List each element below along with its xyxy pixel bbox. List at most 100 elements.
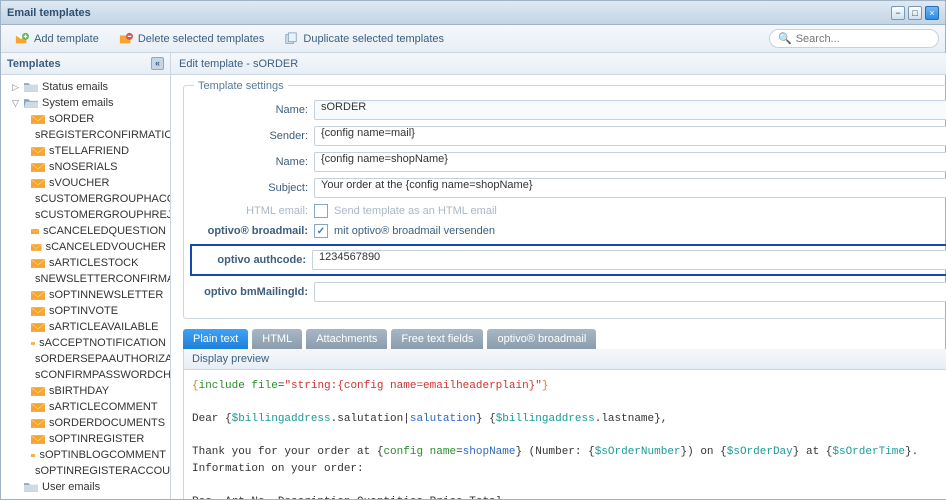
search-input[interactable] [796,33,926,45]
html-cb-text: Send template as an HTML email [334,205,497,217]
tree-item-template[interactable]: sARTICLESTOCK [1,255,170,271]
preview-toolbar: Display preview Send test mail to shop o… [183,349,946,370]
tree-item-label: sORDER [49,113,94,125]
templates-panel-header: Templates « [1,53,170,75]
mail-icon [31,418,45,429]
collapse-panel-button[interactable]: « [151,57,164,70]
tree-item-label: sCANCELEDQUESTION [43,225,166,237]
html-checkbox[interactable] [314,204,328,218]
delete-templates-button[interactable]: Delete selected templates [111,28,273,50]
tree-item-template[interactable]: sBIRTHDAY [1,383,170,399]
tree-item-template[interactable]: sNEWSLETTERCONFIRMATION [1,271,170,287]
authcode-input[interactable]: 1234567890 [312,250,946,270]
mail-icon [31,258,45,269]
display-preview-button[interactable]: Display preview [192,353,269,365]
tree-item-template[interactable]: sCANCELEDVOUCHER [1,239,170,255]
edit-header-label: Edit template - sORDER [179,58,298,70]
templates-tree: ▷ Status emails ▽ System emails sORDER sR… [1,75,170,499]
tree-item-label: sCUSTOMERGROUPHACCEPTED [35,193,170,205]
tree-item-template[interactable]: sCANCELEDQUESTION [1,223,170,239]
tree-item-template[interactable]: sTELLAFRIEND [1,143,170,159]
mail-icon [31,290,45,301]
search-icon: 🔍 [778,32,792,45]
duplicate-label: Duplicate selected templates [303,33,444,45]
tree-item-label: sOPTINVOTE [49,305,118,317]
tree-item-label: sARTICLECOMMENT [49,401,158,413]
expand-icon: ▷ [11,82,20,93]
subject-label: Subject: [194,182,314,194]
tab-html[interactable]: HTML [252,329,302,349]
window-titlebar: Email templates − □ × [1,1,945,25]
tree-item-template[interactable]: sARTICLECOMMENT [1,399,170,415]
tree-item-template[interactable]: sACCEPTNOTIFICATION [1,335,170,351]
template-code-editor[interactable]: {include file="string:{config name=email… [183,370,946,499]
tree-item-template[interactable]: sCUSTOMERGROUPHREJECTED [1,207,170,223]
mail-icon [31,114,45,125]
add-template-button[interactable]: Add template [7,28,107,50]
maximize-button[interactable]: □ [908,6,922,20]
minimize-button[interactable]: − [891,6,905,20]
tree-item-template[interactable]: sVOUCHER [1,175,170,191]
tree-item-label: sOPTINNEWSLETTER [49,289,163,301]
tree-group-system[interactable]: ▽ System emails [1,95,170,111]
mail-icon [31,162,45,173]
folder-icon [24,482,38,493]
group-label: Status emails [42,81,108,93]
sender-label: Sender: [194,130,314,142]
tree-item-template[interactable]: sOPTINNEWSLETTER [1,287,170,303]
tree-item-label: sBIRTHDAY [49,385,109,397]
close-button[interactable]: × [925,6,939,20]
tree-item-template[interactable]: sORDERDOCUMENTS [1,415,170,431]
duplicate-templates-button[interactable]: Duplicate selected templates [276,28,452,50]
tree-item-template[interactable]: sORDERSEPAAUTHORIZATION [1,351,170,367]
add-label: Add template [34,33,99,45]
mail-icon [31,322,45,333]
tree-item-template[interactable]: sOPTINVOTE [1,303,170,319]
content-tabs: Plain text HTML Attachments Free text fi… [183,329,946,349]
tree-group-user[interactable]: User emails [1,479,170,495]
bmid-label: optivo bmMailingId: [194,286,314,298]
mail-icon [31,306,45,317]
mail-icon [31,338,35,349]
folder-icon [24,82,38,93]
name-input[interactable]: sORDER [314,100,946,120]
name2-input[interactable]: {config name=shopName} [314,152,946,172]
broadmail-label: optivo® broadmail: [194,225,314,237]
broadmail-checkbox[interactable]: ✓ [314,224,328,238]
mail-icon [31,434,45,445]
tab-broadmail[interactable]: optivo® broadmail [487,329,596,349]
edit-template-header: Edit template - sORDER [171,53,946,75]
tree-item-template[interactable]: sREGISTERCONFIRMATION [1,127,170,143]
tree-item-template[interactable]: sOPTINREGISTER [1,431,170,447]
toolbar: Add template Delete selected templates D… [1,25,945,53]
tree-item-template[interactable]: sCONFIRMPASSWORDCHANGE [1,367,170,383]
mail-icon [31,450,35,461]
tree-item-template[interactable]: sOPTINBLOGCOMMENT [1,447,170,463]
tree-item-template[interactable]: sARTICLEAVAILABLE [1,319,170,335]
tree-item-label: sOPTINREGISTERACCOUNTLESS [35,465,170,477]
tree-group-status[interactable]: ▷ Status emails [1,79,170,95]
mail-icon [31,146,45,157]
mail-icon [31,386,45,397]
tab-freetext[interactable]: Free text fields [391,329,483,349]
mail-icon [31,402,45,413]
tree-item-label: sTELLAFRIEND [49,145,129,157]
tree-item-label: sCANCELEDVOUCHER [46,241,166,253]
collapse-icon: ▽ [11,98,20,109]
tree-item-template[interactable]: sOPTINREGISTERACCOUNTLESS [1,463,170,479]
tab-attachments[interactable]: Attachments [306,329,387,349]
duplicate-icon [284,32,298,46]
bmid-input[interactable] [314,282,946,302]
authcode-label: optivo authcode: [196,254,312,266]
delete-label: Delete selected templates [138,33,265,45]
tree-item-template[interactable]: sORDER [1,111,170,127]
broadmail-cb-text: mit optivo® broadmail versenden [334,225,495,237]
tree-item-label: sARTICLEAVAILABLE [49,321,158,333]
search-box[interactable]: 🔍 [769,29,939,48]
sender-input[interactable]: {config name=mail} [314,126,946,146]
tree-item-template[interactable]: sCUSTOMERGROUPHACCEPTED [1,191,170,207]
tree-item-template[interactable]: sNOSERIALS [1,159,170,175]
subject-input[interactable]: Your order at the {config name=shopName} [314,178,946,198]
group-label: User emails [42,481,100,493]
tab-plaintext[interactable]: Plain text [183,329,248,349]
